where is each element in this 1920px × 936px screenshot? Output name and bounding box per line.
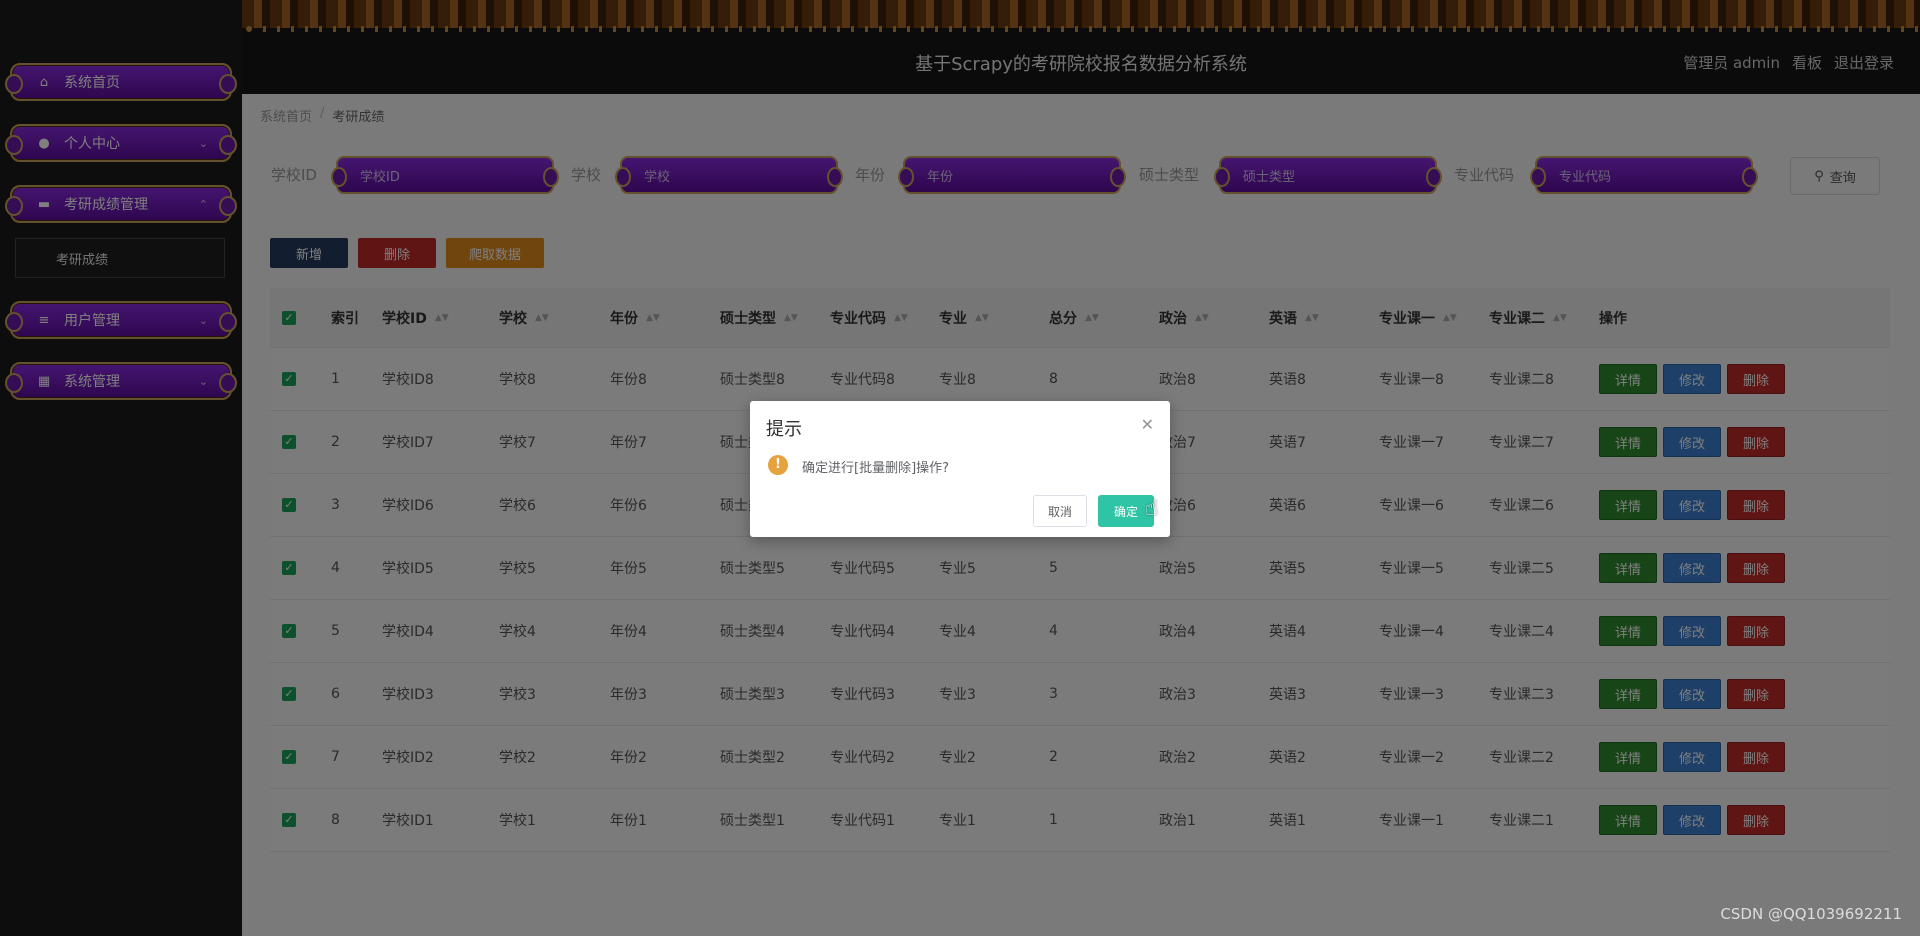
watermark: CSDN @QQ1039692211 bbox=[1720, 905, 1902, 923]
warning-icon: ! bbox=[768, 455, 788, 475]
hand-cursor-icon: ☝ bbox=[1145, 496, 1159, 521]
close-icon[interactable]: ✕ bbox=[1141, 415, 1154, 434]
cancel-button[interactable]: 取消 bbox=[1033, 495, 1087, 527]
dialog-message: 确定进行[批量删除]操作? bbox=[802, 461, 950, 476]
confirm-dialog: 提示 ✕ ! 确定进行[批量删除]操作? 取消 确定 bbox=[750, 401, 1170, 537]
dialog-title: 提示 bbox=[766, 419, 802, 440]
